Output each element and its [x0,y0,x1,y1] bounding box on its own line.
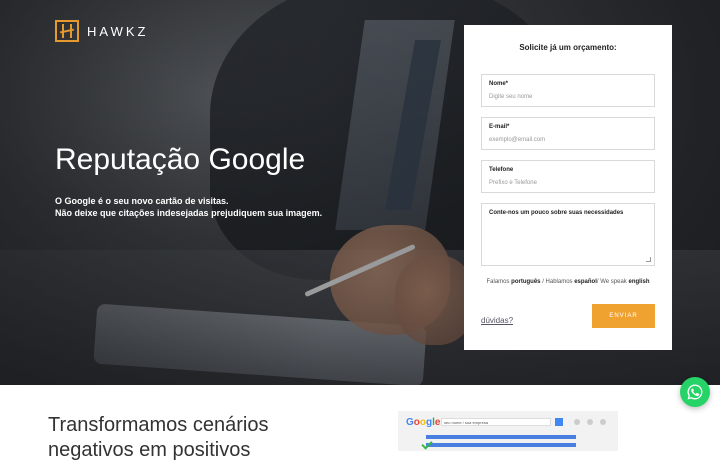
page-title: Reputação Google [55,143,306,176]
lang-separator-2: / We speak [596,279,627,285]
lang-separator-1: / Hablamos [542,279,573,285]
message-textarea-label: Conte-nos um pouco sobre suas necessidad… [489,210,624,216]
preview-dot-icon [574,419,580,425]
name-field-placeholder: Digite seu nome [489,94,533,100]
form-title: Solicite já um orçamento: [519,43,617,52]
preview-result-bar [426,435,576,439]
phone-field[interactable]: Telefone Prefixo e Telefone [481,160,655,193]
google-preview-image: Google seu nome / sua empresa [398,411,618,451]
lang-portuguese: português [511,279,541,285]
preview-dot-icon [600,419,606,425]
help-link[interactable]: dúvidas? [481,316,513,325]
lang-prefix: Falamos [486,279,510,285]
google-logo-icon: Google [406,417,441,428]
lang-spanish: español [574,279,597,285]
hero-subtitle-line-2: Não deixe que citações indesejadas preju… [55,208,323,218]
preview-result-bar [426,443,576,447]
message-textarea[interactable]: Conte-nos um pouco sobre suas necessidad… [481,203,655,266]
lang-english: english [628,279,650,285]
whatsapp-button[interactable] [680,377,710,407]
quote-form: Solicite já um orçamento: Nome* Digite s… [464,25,672,350]
brand-logo[interactable]: HAWKZ [55,20,148,42]
hero-section: HAWKZ Reputação Google O Google é o seu … [0,0,720,385]
resize-handle-icon[interactable] [646,257,651,262]
check-icon [421,438,433,450]
phone-field-placeholder: Prefixo e Telefone [489,180,537,186]
section-title-line-2: negativos em positivos [48,439,251,461]
whatsapp-icon [687,384,703,400]
hero-subtitle: O Google é o seu novo cartão de visitas.… [55,195,322,219]
section-title: Transformamos cenários negativos em posi… [48,413,268,463]
languages-note: Falamos português / Hablamos español/ We… [464,279,672,285]
submit-button[interactable]: ENVIAR [592,304,655,328]
phone-field-label: Telefone [489,167,514,173]
name-field-label: Nome* [489,81,509,87]
email-field-placeholder: exemplo@email.com [489,137,546,143]
preview-search-icon [555,418,563,426]
hero-subtitle-line-1: O Google é o seu novo cartão de visitas. [55,196,229,206]
name-field[interactable]: Nome* Digite seu nome [481,74,655,107]
preview-dot-icon [587,419,593,425]
preview-search-box: seu nome / sua empresa [441,418,551,426]
brand-name: HAWKZ [87,23,149,39]
section-title-line-1: Transformamos cenários [48,414,269,436]
email-field-label: E-mail* [489,124,510,130]
logo-icon [55,20,79,42]
email-field[interactable]: E-mail* exemplo@email.com [481,117,655,150]
